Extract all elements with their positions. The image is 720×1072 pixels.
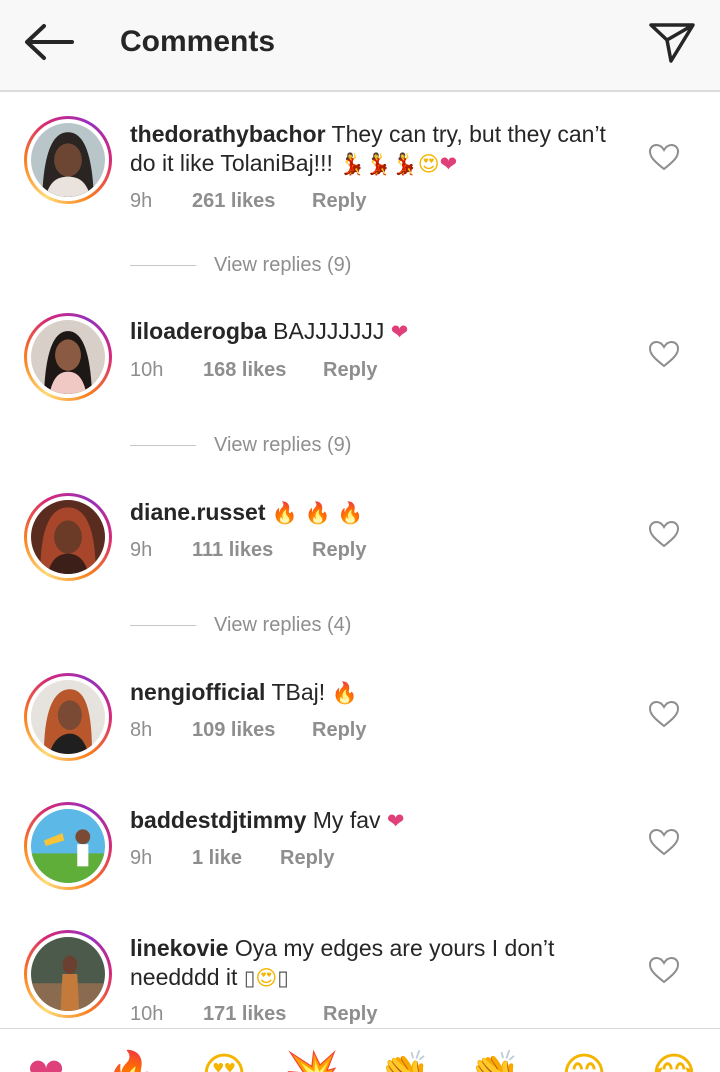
- comment-username[interactable]: diane.russet: [130, 499, 266, 525]
- like-heart-icon[interactable]: [648, 699, 680, 729]
- like-heart-icon[interactable]: [648, 827, 680, 857]
- comment-body: TBaj!: [271, 679, 326, 705]
- clap-emoji-button[interactable]: 👏: [466, 1047, 522, 1072]
- reply-button[interactable]: Reply: [312, 188, 366, 214]
- reply-button[interactable]: Reply: [312, 717, 366, 743]
- divider-line: [130, 625, 196, 626]
- clap-emoji-button[interactable]: 👏: [376, 1047, 432, 1072]
- comment-time: 9h: [130, 539, 153, 561]
- view-replies-label: View replies (9): [214, 434, 352, 456]
- reply-button[interactable]: Reply: [323, 1001, 377, 1027]
- paper-plane-icon: [649, 23, 695, 63]
- view-replies-label: View replies (4): [214, 614, 352, 636]
- like-heart-icon[interactable]: [648, 955, 680, 985]
- laughing-emoji-button[interactable]: 😂: [646, 1047, 702, 1072]
- heart-emoji-button[interactable]: ❤: [18, 1047, 74, 1072]
- comment-text: nengiofficial TBaj! 🔥: [130, 678, 630, 708]
- collision-emoji-button[interactable]: 💥: [284, 1047, 340, 1072]
- fire-emoji-icon: 🔥: [331, 681, 358, 705]
- like-heart-icon[interactable]: [648, 142, 680, 172]
- comment-time: 10h: [130, 1003, 164, 1025]
- like-heart-icon[interactable]: [648, 339, 680, 369]
- reply-button[interactable]: Reply: [312, 537, 366, 563]
- comment-username[interactable]: baddestdjtimmy: [130, 807, 306, 833]
- comment-text: baddestdjtimmy My fav ❤: [130, 806, 630, 836]
- heart-emoji-icon: ❤: [386, 809, 405, 833]
- comment-text: liloaderogba BAJJJJJJJ ❤: [130, 317, 630, 347]
- heart-eyes-emoji-icon: 😍: [255, 966, 278, 990]
- comment-text: diane.russet 🔥 🔥 🔥: [130, 498, 630, 528]
- comment-username[interactable]: nengiofficial: [130, 679, 265, 705]
- fire-emoji-button[interactable]: 🔥: [104, 1047, 160, 1072]
- emoji-quick-bar: ❤ 🔥 😍 💥 👏 👏 😊 😂: [0, 1028, 720, 1072]
- comment-username[interactable]: linekovie: [130, 935, 228, 961]
- fire-emoji-icon: 🔥: [271, 501, 299, 525]
- comment-body: BAJJJJJJJ: [273, 318, 385, 344]
- heart-emoji-icon: ❤: [390, 320, 409, 344]
- back-button[interactable]: [18, 18, 78, 66]
- heart-eyes-emoji-icon: 😍: [417, 152, 440, 176]
- smile-emoji-button[interactable]: 😊: [556, 1047, 612, 1072]
- reply-button[interactable]: Reply: [323, 357, 377, 383]
- page-title: Comments: [120, 25, 276, 58]
- avatar[interactable]: [24, 802, 112, 890]
- comment-likes[interactable]: 1 like: [192, 845, 242, 871]
- comment-likes[interactable]: 111 likes: [192, 537, 273, 563]
- dancer-emoji-icon: 💃: [339, 152, 366, 176]
- comment-time: 8h: [130, 719, 153, 741]
- header-bar: Comments: [0, 0, 720, 92]
- comment-text: thedorathybachor They can try, but they …: [130, 120, 630, 179]
- like-heart-icon[interactable]: [648, 519, 680, 549]
- dancer-emoji-icon: 💃: [391, 152, 418, 176]
- view-replies-label: View replies (9): [214, 254, 352, 276]
- avatar[interactable]: [24, 673, 112, 761]
- comment-time: 10h: [130, 359, 164, 381]
- comment-body: My fav: [312, 807, 381, 833]
- comment-likes[interactable]: 168 likes: [203, 357, 286, 383]
- send-button[interactable]: [642, 16, 702, 68]
- comment-time: 9h: [130, 190, 153, 212]
- fire-emoji-icon: 🔥: [336, 501, 364, 525]
- heart-eyes-emoji-button[interactable]: 😍: [196, 1047, 252, 1072]
- fire-emoji-icon: 🔥: [304, 501, 331, 525]
- missing-glyph-icon: ▯: [243, 966, 256, 990]
- avatar[interactable]: [24, 313, 112, 401]
- divider-line: [130, 445, 196, 446]
- arrow-left-icon: [25, 24, 74, 60]
- comment-time: 9h: [130, 847, 153, 869]
- avatar[interactable]: [24, 930, 112, 1018]
- reply-button[interactable]: Reply: [280, 845, 334, 871]
- comment-likes[interactable]: 109 likes: [192, 717, 275, 743]
- missing-glyph-icon: ▯: [277, 966, 289, 990]
- avatar[interactable]: [24, 493, 112, 581]
- comment-likes[interactable]: 171 likes: [203, 1001, 286, 1027]
- divider-line: [130, 265, 196, 266]
- comment-username[interactable]: liloaderogba: [130, 318, 267, 344]
- avatar[interactable]: [24, 116, 112, 204]
- heart-emoji-icon: ❤: [439, 152, 458, 176]
- comment-username[interactable]: thedorathybachor: [130, 121, 326, 147]
- comment-text: linekovie Oya my edges are yours I don’t…: [130, 934, 630, 993]
- comment-likes[interactable]: 261 likes: [192, 188, 275, 214]
- dancer-emoji-icon: 💃: [365, 152, 392, 176]
